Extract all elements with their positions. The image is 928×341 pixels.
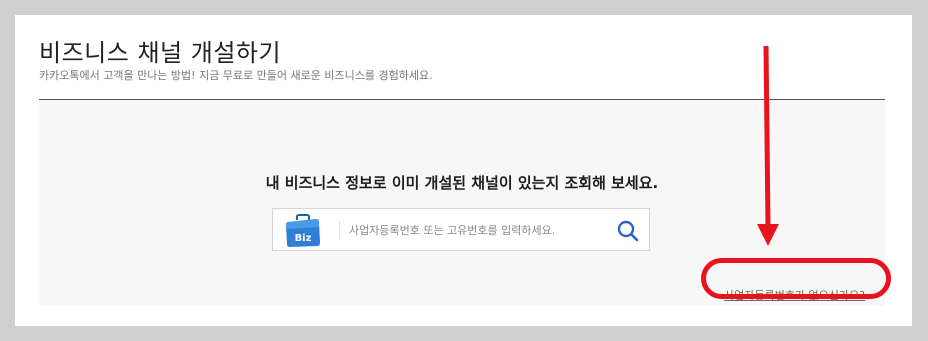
page-subtitle: 카카오톡에서 고객을 만나는 방법! 지금 무료로 만들어 새로운 비즈니스를 …: [39, 69, 433, 82]
annotation-arrow-icon: [757, 45, 779, 246]
briefcase-biz-icon: Biz: [286, 214, 320, 247]
search-separator: [339, 221, 340, 240]
page-title: 비즈니스 채널 개설하기: [39, 39, 282, 67]
business-number-input[interactable]: [349, 215, 599, 245]
biz-icon-label: Biz: [295, 233, 312, 244]
business-number-search: Biz: [272, 208, 650, 251]
annotation-highlight-ellipse: [701, 258, 891, 299]
search-icon[interactable]: [615, 218, 641, 244]
